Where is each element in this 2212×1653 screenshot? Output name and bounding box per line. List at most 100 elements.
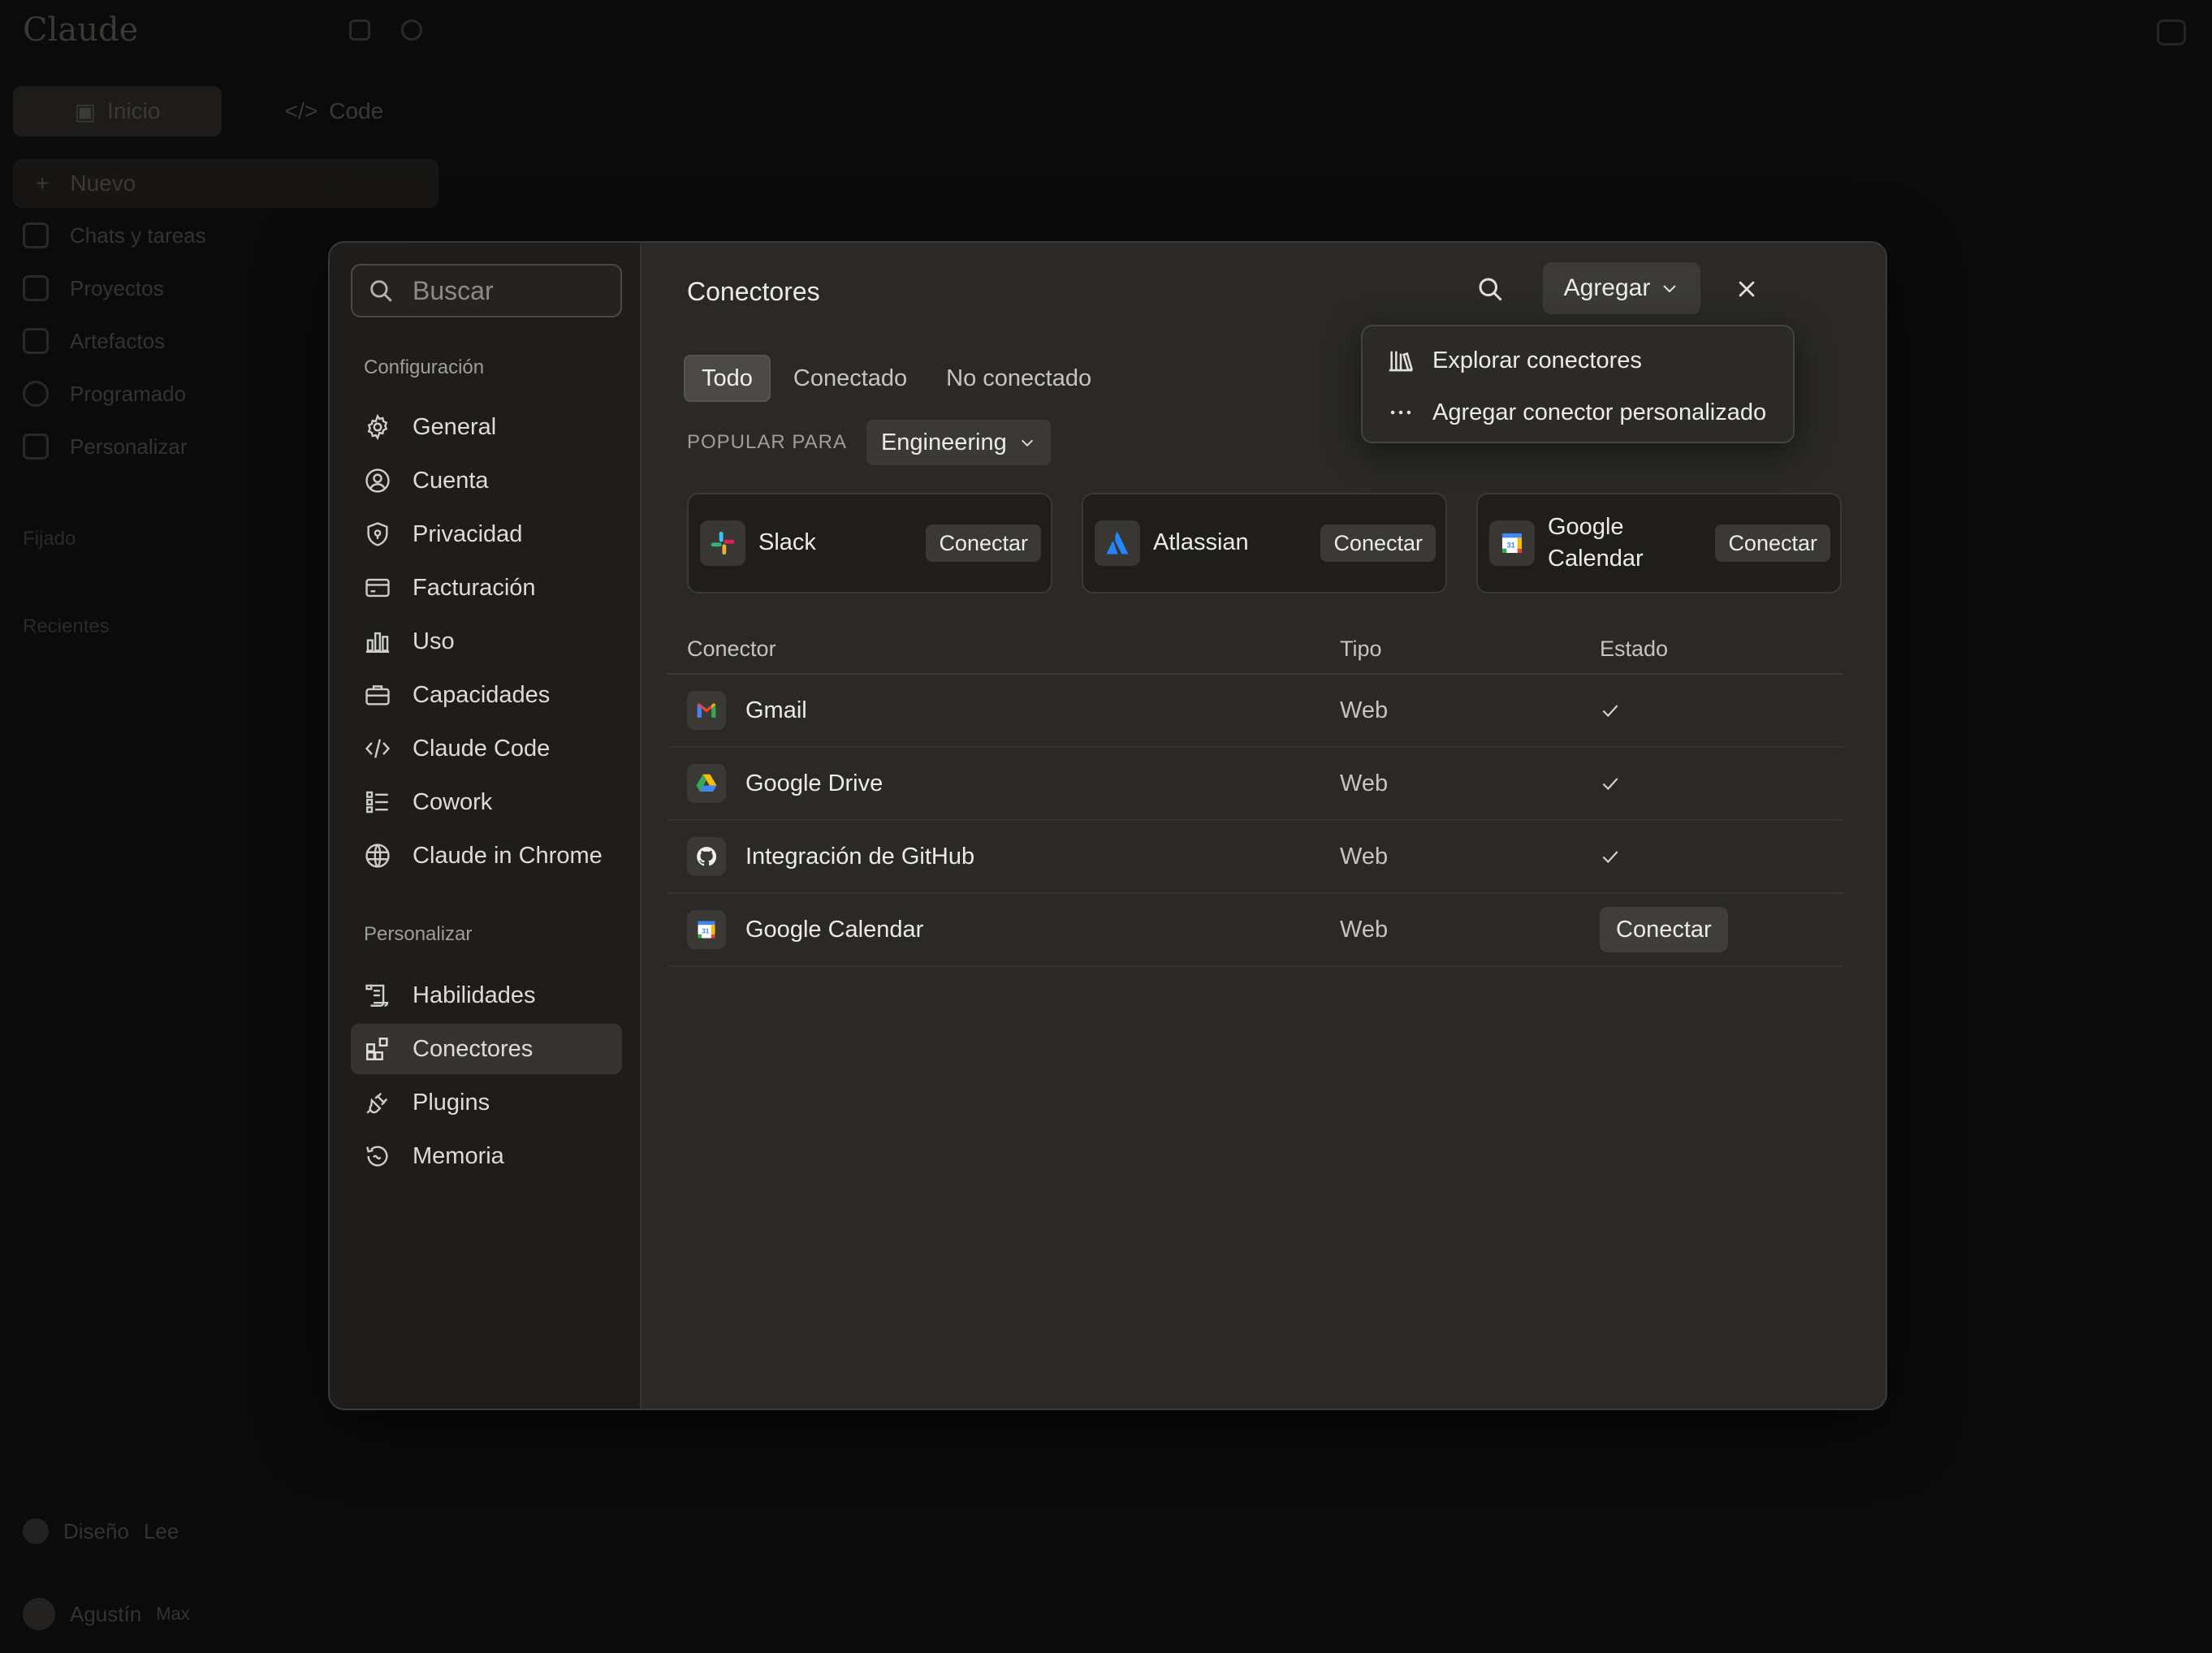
check-icon xyxy=(1602,851,1618,864)
credit-card-icon xyxy=(365,578,390,598)
check-icon xyxy=(1602,705,1618,718)
table-row[interactable]: Integración de GitHub Web xyxy=(667,821,1843,894)
page-title: Conectores xyxy=(687,277,820,306)
google-calendar-icon: 31 xyxy=(1489,520,1535,566)
connect-button[interactable]: Conectar xyxy=(1715,524,1830,562)
tab-all[interactable]: Todo xyxy=(684,355,771,402)
sidebar-item-memory[interactable]: Memoria xyxy=(351,1131,622,1181)
connector-card-atlassian: Atlassian Conectar xyxy=(1082,493,1447,593)
avatar xyxy=(23,1598,55,1630)
bg-item-projects: Proyectos xyxy=(23,275,164,301)
popular-category-select[interactable]: Engineering xyxy=(866,420,1051,465)
sidebar-item-plugins[interactable]: Plugins xyxy=(351,1077,622,1128)
library-icon xyxy=(1389,351,1414,372)
connectors-table: Conector Tipo Estado Gmail Web Google Dr… xyxy=(667,624,1843,967)
sidebar-item-billing[interactable]: Facturación xyxy=(351,563,622,613)
table-row[interactable]: 31 Google Calendar Web Conectar xyxy=(667,894,1843,967)
gmail-icon xyxy=(687,691,726,730)
github-icon xyxy=(687,837,726,876)
plus-icon: + xyxy=(36,170,50,196)
menu-item-explore-connectors[interactable]: Explorar conectores xyxy=(1363,334,1793,386)
popular-for: POPULAR PARA Engineering xyxy=(687,420,1051,465)
svg-text:31: 31 xyxy=(702,928,710,935)
bg-item-customize: Personalizar xyxy=(23,434,188,460)
sidebar-item-capabilities[interactable]: Capacidades xyxy=(351,670,622,720)
close-button[interactable] xyxy=(1726,269,1767,309)
new-chat-row: + Nuevo xyxy=(13,159,439,208)
scroll-icon xyxy=(365,984,389,1007)
chat-icon xyxy=(23,222,49,248)
table-row[interactable]: Google Drive Web xyxy=(667,748,1843,821)
tab-not-connected[interactable]: No conectado xyxy=(930,355,1108,402)
checklist-icon xyxy=(366,791,388,814)
connect-button[interactable]: Conectar xyxy=(926,524,1041,562)
bg-user-row: Agustín Max xyxy=(23,1598,190,1630)
connect-button[interactable]: Conectar xyxy=(1320,524,1436,562)
sidebar-item-usage[interactable]: Uso xyxy=(351,616,622,667)
mode-home: ▣ Inicio xyxy=(13,86,222,136)
svg-text:31: 31 xyxy=(1506,541,1514,549)
memory-icon xyxy=(366,1146,388,1167)
search-icon xyxy=(1479,278,1502,301)
home-icon: ▣ xyxy=(74,98,97,124)
bg-section-recents: Recientes xyxy=(23,615,110,637)
search-icon xyxy=(401,19,422,41)
sidebar-item-claude-in-chrome[interactable]: Claude in Chrome xyxy=(351,831,622,881)
bg-bottom-design: Diseño Lee xyxy=(23,1518,179,1544)
google-drive-icon xyxy=(687,764,726,803)
globe-icon xyxy=(365,844,390,868)
plug-icon xyxy=(366,1092,388,1114)
slack-icon xyxy=(700,520,745,566)
code-icon xyxy=(365,739,391,758)
settings-search[interactable] xyxy=(351,264,622,317)
connector-card-google-calendar: 31 Google Calendar Conectar xyxy=(1476,493,1842,593)
section-personalize: Personalizar xyxy=(364,923,473,945)
connect-button[interactable]: Conectar xyxy=(1600,907,1728,952)
briefcase-icon xyxy=(365,685,390,706)
app-logo: Claude xyxy=(23,11,139,49)
sidebar-item-claude-code[interactable]: Claude Code xyxy=(351,723,622,774)
settings-sidebar: Configuración General Cuenta Privacidad … xyxy=(330,243,642,1409)
search-icon xyxy=(370,280,392,302)
add-button[interactable]: Agregar xyxy=(1543,262,1700,314)
clock-icon xyxy=(23,381,49,407)
bg-item-artifacts: Artefactos xyxy=(23,328,165,354)
sidebar-item-general[interactable]: General xyxy=(351,402,622,452)
chevron-down-icon xyxy=(1663,285,1677,293)
sidebar-toggle-icon xyxy=(349,19,370,41)
sidebar-item-account[interactable]: Cuenta xyxy=(351,455,622,506)
menu-item-add-custom-connector[interactable]: Agregar conector personalizado xyxy=(1363,386,1793,438)
popular-label: POPULAR PARA xyxy=(687,431,847,453)
code-icon: </> xyxy=(284,98,318,123)
mode-switcher: ▣ Inicio </> Code xyxy=(13,86,439,136)
connectors-search-button[interactable] xyxy=(1470,269,1510,309)
filter-tabs: Todo Conectado No conectado xyxy=(684,355,1108,402)
add-dropdown-menu: Explorar conectores Agregar conector per… xyxy=(1361,325,1795,443)
table-row[interactable]: Gmail Web xyxy=(667,675,1843,748)
sidebar-item-privacy[interactable]: Privacidad xyxy=(351,509,622,559)
design-icon xyxy=(23,1518,49,1544)
close-icon xyxy=(1739,281,1755,297)
google-calendar-icon: 31 xyxy=(687,910,726,949)
settings-search-input[interactable] xyxy=(413,275,607,306)
user-circle-icon xyxy=(365,468,390,493)
table-header: Conector Tipo Estado xyxy=(667,624,1843,675)
bg-section-pinned: Fijado xyxy=(23,528,76,550)
gear-icon xyxy=(367,413,388,441)
ghost-mode-icon xyxy=(2157,19,2186,45)
sidebar-item-skills[interactable]: Habilidades xyxy=(351,970,622,1021)
section-configuration: Configuración xyxy=(364,356,485,378)
more-horizontal-icon xyxy=(1390,410,1411,415)
bar-chart-icon xyxy=(365,632,390,653)
sidebar-item-connectors[interactable]: Conectores xyxy=(351,1024,622,1074)
atlassian-icon xyxy=(1095,520,1140,566)
shield-icon xyxy=(367,522,388,546)
check-icon xyxy=(1602,778,1618,791)
tab-connected[interactable]: Conectado xyxy=(777,355,923,402)
sidebar-item-cowork[interactable]: Cowork xyxy=(351,777,622,827)
folder-icon xyxy=(23,275,49,301)
connectors-icon xyxy=(366,1038,388,1060)
briefcase-icon xyxy=(23,434,49,460)
artifact-icon xyxy=(23,328,49,354)
bg-item-chats: Chats y tareas xyxy=(23,222,206,248)
